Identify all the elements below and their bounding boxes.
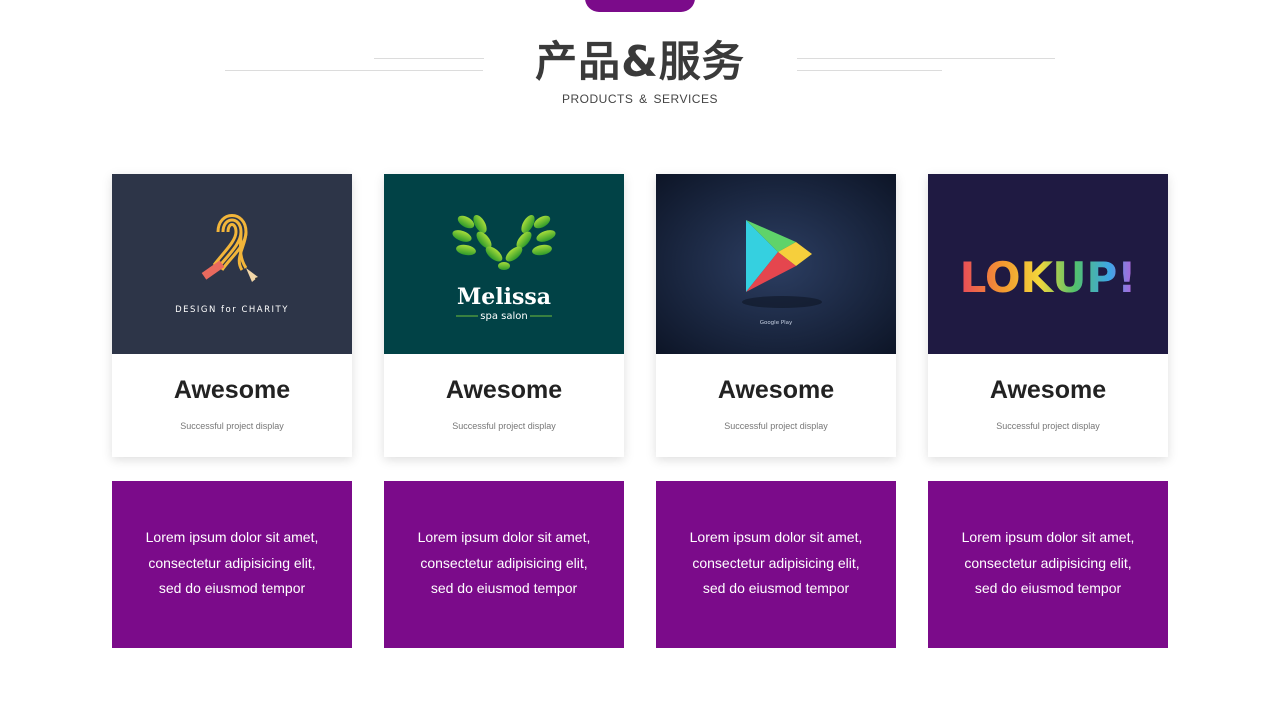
card-image: Melissa spa salon	[384, 174, 624, 354]
top-accent-tab	[585, 0, 695, 12]
product-card-lokup[interactable]: LOKUP! Awesome Successful project displa…	[928, 174, 1168, 457]
description-line: sed do eiusmod tempor	[974, 580, 1122, 596]
description-box-melissa: Lorem ipsum dolor sit amet, consectetur …	[384, 481, 624, 648]
lokup-logo-icon: LOKUP!	[960, 253, 1137, 302]
description-box-lokup: Lorem ipsum dolor sit amet, consectetur …	[928, 481, 1168, 648]
page-title: 产品&服务	[535, 37, 745, 86]
google-play-logo-text: Google Play	[760, 320, 793, 326]
description-box-charity: Lorem ipsum dolor sit amet, consectetur …	[112, 481, 352, 648]
description-line: consectetur adipisicing elit,	[148, 554, 316, 571]
card-title: Awesome	[989, 376, 1107, 404]
card-image: Google Play	[656, 174, 896, 354]
card-subtitle: Successful project display	[996, 421, 1100, 431]
card-subtitle: Successful project display	[452, 421, 556, 431]
card-subtitle: Successful project display	[724, 421, 828, 431]
card-image: LOKUP!	[928, 174, 1168, 354]
description-line: sed do eiusmod tempor	[430, 580, 578, 596]
product-card-melissa[interactable]: Melissa spa salon Awesome Successful pro…	[384, 174, 624, 457]
description-line: consectetur adipisicing elit,	[692, 554, 860, 571]
card-subtitle: Successful project display	[180, 421, 284, 431]
leaf-m-icon: Melissa spa salon	[452, 214, 556, 322]
description-line: consectetur adipisicing elit,	[420, 554, 588, 571]
description-line: Lorem ipsum dolor sit amet,	[417, 529, 591, 545]
charity-logo-text: DESIGN for CHARITY	[175, 305, 289, 315]
page-subtitle: PRODUCTS & SERVICES	[562, 92, 718, 106]
description-box-google-play: Lorem ipsum dolor sit amet, consectetur …	[656, 481, 896, 648]
card-image: DESIGN for CHARITY	[112, 174, 352, 354]
description-line: sed do eiusmod tempor	[158, 580, 306, 596]
lokup-logo-text: LOKUP!	[960, 253, 1137, 302]
product-card-charity[interactable]: DESIGN for CHARITY Awesome Successful pr…	[112, 174, 352, 457]
card-title: Awesome	[173, 376, 291, 404]
description-line: sed do eiusmod tempor	[702, 580, 850, 596]
description-line: Lorem ipsum dolor sit amet,	[689, 529, 863, 545]
melissa-logo-subtext: spa salon	[480, 311, 527, 322]
description-line: Lorem ipsum dolor sit amet,	[145, 529, 319, 545]
play-triangle-icon: Google Play	[656, 174, 896, 354]
description-line: Lorem ipsum dolor sit amet,	[961, 529, 1135, 545]
melissa-logo-text: Melissa	[457, 284, 551, 310]
card-title: Awesome	[717, 376, 835, 404]
ribbon-pencil-icon: DESIGN for CHARITY	[175, 214, 289, 315]
product-card-google-play[interactable]: Google Play Awesome Successful project d…	[656, 174, 896, 457]
description-line: consectetur adipisicing elit,	[964, 554, 1132, 571]
card-title: Awesome	[445, 376, 563, 404]
